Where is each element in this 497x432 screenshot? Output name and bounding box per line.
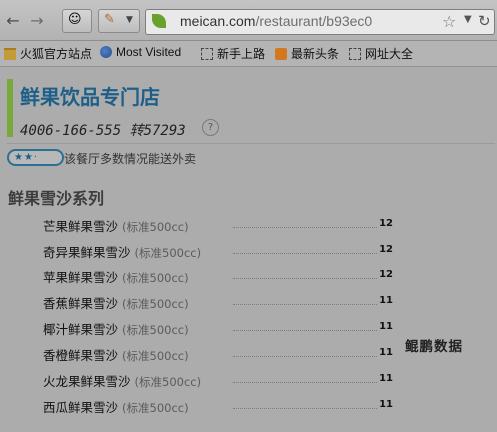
page-icon [201,48,213,60]
item-name: 香蕉鲜果雪沙 [43,296,119,311]
rating-badge: ★★· [7,149,64,166]
folder-icon [4,48,16,60]
url-text[interactable]: meican.com/restaurant/b93ec0 [180,13,372,29]
watermark: 鲲鹏数据 [405,339,463,355]
dotted-leader [233,253,377,254]
menu-item[interactable]: 芒果鲜果雪沙 (标准500cc) 12 [43,216,393,234]
item-name: 奇异果鲜果雪沙 [43,245,131,260]
bookmark-item[interactable]: 最新头条 [275,45,339,62]
item-spec: (标准500cc) [122,401,189,415]
item-price: 11 [379,399,393,410]
history-dropdown-icon[interactable]: ▼ [464,14,472,25]
item-spec: (标准500cc) [122,323,189,337]
restaurant-phone: 4006-166-555 转57293 [20,123,186,139]
dotted-leader [233,408,377,409]
help-icon[interactable]: ? [202,119,219,136]
menu-item[interactable]: 椰汁鲜果雪沙 (标准500cc) 11 [43,319,393,337]
item-spec: (标准500cc) [122,271,189,285]
item-name: 西瓜鲜果雪沙 [43,400,119,415]
item-price: 12 [379,269,393,280]
item-price: 12 [379,244,393,255]
page-content: 鲜果饮品专门店 4006-166-555 转57293 ? ★★· 该餐厅多数情… [0,67,497,432]
dotted-leader [233,356,377,357]
menu-category-title: 鲜果雪沙系列 [8,189,105,208]
divider [7,143,495,144]
item-spec: (标准500cc) [122,349,189,363]
menu-item[interactable]: 苹果鲜果雪沙 (标准500cc) 12 [43,267,393,285]
item-spec: (标准500cc) [134,246,202,260]
item-name: 苹果鲜果雪沙 [43,270,119,285]
forward-arrow-icon[interactable]: → [27,11,47,31]
item-price: 11 [379,347,393,358]
item-name: 火龙果鲜果雪沙 [43,374,131,389]
url-domain: meican.com [180,13,256,29]
item-spec: (标准500cc) [134,375,202,389]
item-price: 11 [379,321,393,332]
star-icon[interactable]: ☆ [442,12,456,31]
bookmark-item[interactable]: 火狐官方站点 [4,45,92,62]
back-arrow-icon[interactable]: ← [3,11,23,31]
page-icon [349,48,361,60]
item-price: 12 [379,218,393,229]
bookmark-item[interactable]: 新手上路 [201,45,265,62]
addon-face-icon: ☺ [68,12,82,27]
address-bar[interactable]: meican.com/restaurant/b93ec0 ☆ ▼ ↻ [145,9,495,35]
bookmarks-bar: 火狐官方站点 Most Visited 新手上路 最新头条 网址大全 [0,41,497,67]
menu-item[interactable]: 香橙鲜果雪沙 (标准500cc) 11 [43,345,393,363]
leaf-icon [152,14,166,28]
accent-bar [7,79,13,137]
browser-toolbar: ← → ☺ ✎ ▼ meican.com/restaurant/b93ec0 ☆… [0,0,497,41]
dotted-leader [233,330,377,331]
pencil-icon: ✎ [104,12,115,27]
dotted-leader [233,382,377,383]
rss-icon [275,48,287,60]
bookmark-item[interactable]: Most Visited [100,45,181,59]
delivery-note: 该餐厅多数情况能送外卖 [64,152,197,166]
bookmark-item[interactable]: 网址大全 [349,45,413,62]
item-name: 香橙鲜果雪沙 [43,348,119,363]
menu-item[interactable]: 奇异果鲜果雪沙 (标准500cc) 12 [43,242,393,260]
url-path: /restaurant/b93ec0 [255,13,373,29]
item-name: 椰汁鲜果雪沙 [43,322,119,337]
refresh-icon[interactable]: ↻ [478,12,491,30]
menu-item[interactable]: 香蕉鲜果雪沙 (标准500cc) 11 [43,293,393,311]
item-price: 11 [379,295,393,306]
dotted-leader [233,227,377,228]
dotted-leader [233,304,377,305]
dotted-leader [233,278,377,279]
menu-item[interactable]: 西瓜鲜果雪沙 (标准500cc) 11 [43,397,393,415]
menu-item[interactable]: 火龙果鲜果雪沙 (标准500cc) 11 [43,371,393,389]
item-spec: (标准500cc) [122,220,189,234]
item-spec: (标准500cc) [122,297,189,311]
restaurant-name: 鲜果饮品专门店 [20,85,160,109]
chevron-down-icon: ▼ [126,15,133,25]
item-name: 芒果鲜果雪沙 [43,219,119,234]
item-price: 11 [379,373,393,384]
globe-icon [100,46,112,58]
